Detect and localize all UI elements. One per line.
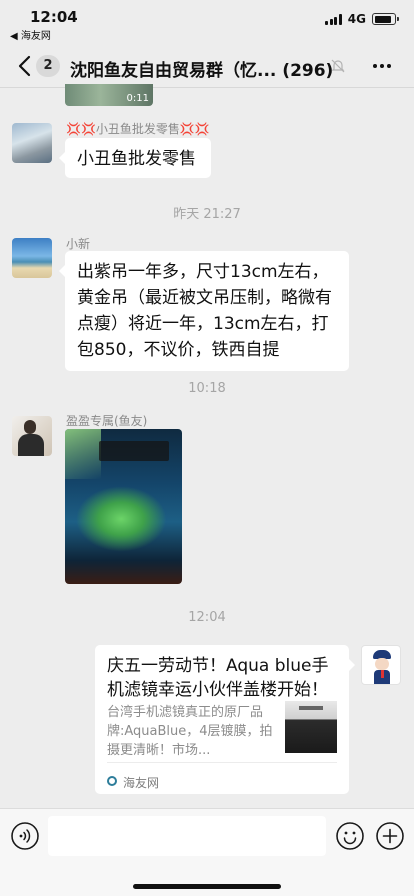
signal-icon	[325, 13, 342, 25]
message-bubble[interactable]: 小丑鱼批发零售	[59, 138, 211, 178]
link-card-thumbnail	[285, 701, 337, 753]
battery-icon	[372, 13, 399, 25]
avatar[interactable]	[12, 238, 52, 278]
sender-name: 小新	[66, 237, 91, 251]
emoji-icon[interactable]	[336, 822, 364, 850]
link-card-description: 台湾手机滤镜真正的原厂品牌:AquaBlue，4层镀膜，拍摄更清晰！市场...	[107, 705, 273, 758]
back-to-app-link[interactable]: ◀ 海友网	[10, 27, 51, 42]
video-message[interactable]: 0:11	[65, 84, 153, 106]
image-message[interactable]	[65, 429, 182, 584]
input-bar	[0, 808, 414, 896]
source-logo-icon	[107, 776, 117, 786]
chevron-left-icon[interactable]	[14, 53, 38, 79]
network-type: 4G	[347, 12, 366, 26]
unread-count-badge[interactable]: 2	[36, 55, 60, 77]
status-indicators: 4G	[325, 12, 399, 26]
group-name: 沈阳鱼友自由贸易群（忆...	[70, 61, 277, 81]
home-indicator[interactable]	[133, 884, 281, 889]
chat-header: 2 沈阳鱼友自由贸易群（忆... (296)	[0, 44, 414, 88]
chat-title[interactable]: 沈阳鱼友自由贸易群（忆... (296)	[70, 56, 333, 81]
message-input[interactable]	[48, 816, 326, 856]
ellipsis-icon[interactable]	[370, 56, 394, 76]
sender-name: 💢💢小丑鱼批发零售💢💢	[66, 122, 210, 136]
divider	[107, 762, 337, 763]
message-bubble[interactable]: 出紫吊一年多，尺寸13cm左右，黄金吊（最近被文吊压制，略微有点瘦）将近一年，1…	[59, 251, 349, 371]
member-count: (296)	[282, 61, 334, 81]
link-card-source: 海友网	[123, 776, 160, 790]
link-card-message[interactable]: 庆五一劳动节！Aqua blue手机滤镜幸运小伙伴盖楼开始！ 台湾手机滤镜真正的…	[95, 645, 355, 794]
avatar[interactable]	[12, 416, 52, 456]
status-bar: 12:04 ◀ 海友网 4G	[0, 0, 414, 44]
status-time: 12:04	[30, 8, 78, 26]
voice-icon[interactable]	[11, 822, 39, 850]
message-timestamp: 10:18	[188, 381, 226, 396]
link-card-title: 庆五一劳动节！Aqua blue手机滤镜幸运小伙伴盖楼开始！	[107, 656, 329, 700]
video-duration: 0:11	[126, 93, 149, 104]
message-timestamp: 昨天 21:27	[173, 207, 241, 222]
bell-slash-icon	[331, 59, 345, 73]
battery-level	[374, 15, 391, 23]
message-timestamp: 12:04	[188, 610, 226, 625]
my-avatar[interactable]	[361, 645, 401, 685]
avatar[interactable]	[12, 123, 52, 163]
plus-icon[interactable]	[376, 822, 404, 850]
sender-name: 盈盈专属(鱼友)	[66, 414, 148, 428]
